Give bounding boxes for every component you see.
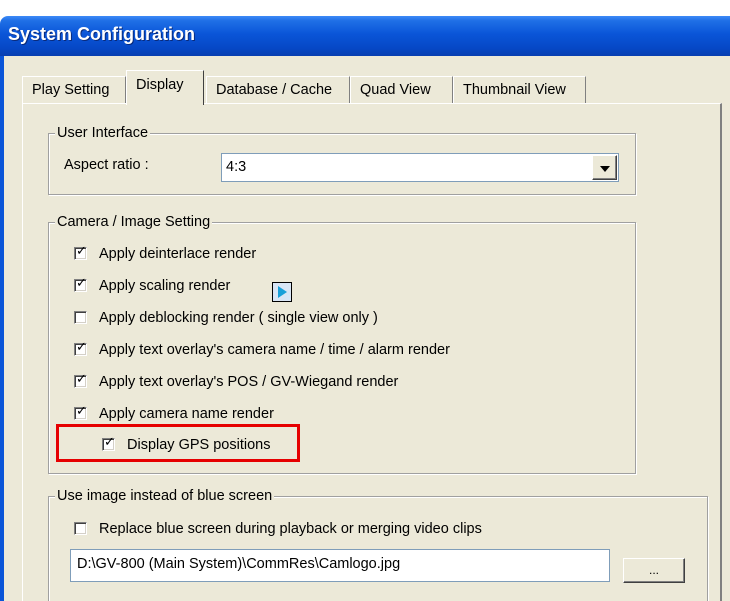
tab-label: Thumbnail View xyxy=(463,82,566,98)
tab-label: Display xyxy=(136,77,184,93)
tab-thumbnail-view[interactable]: Thumbnail View xyxy=(453,76,586,104)
tab-quad-view[interactable]: Quad View xyxy=(350,76,453,104)
window-title: System Configuration xyxy=(8,24,196,44)
tab-play-setting[interactable]: Play Setting xyxy=(22,76,126,104)
tab-label: Play Setting xyxy=(32,82,110,98)
tab-label: Database / Cache xyxy=(216,82,333,98)
tab-label: Quad View xyxy=(360,82,431,98)
title-bar[interactable]: System Configuration xyxy=(0,16,730,56)
tab-panel-display xyxy=(22,103,722,601)
tab-display[interactable]: Display xyxy=(126,70,204,105)
tab-database-cache[interactable]: Database / Cache xyxy=(206,76,350,104)
